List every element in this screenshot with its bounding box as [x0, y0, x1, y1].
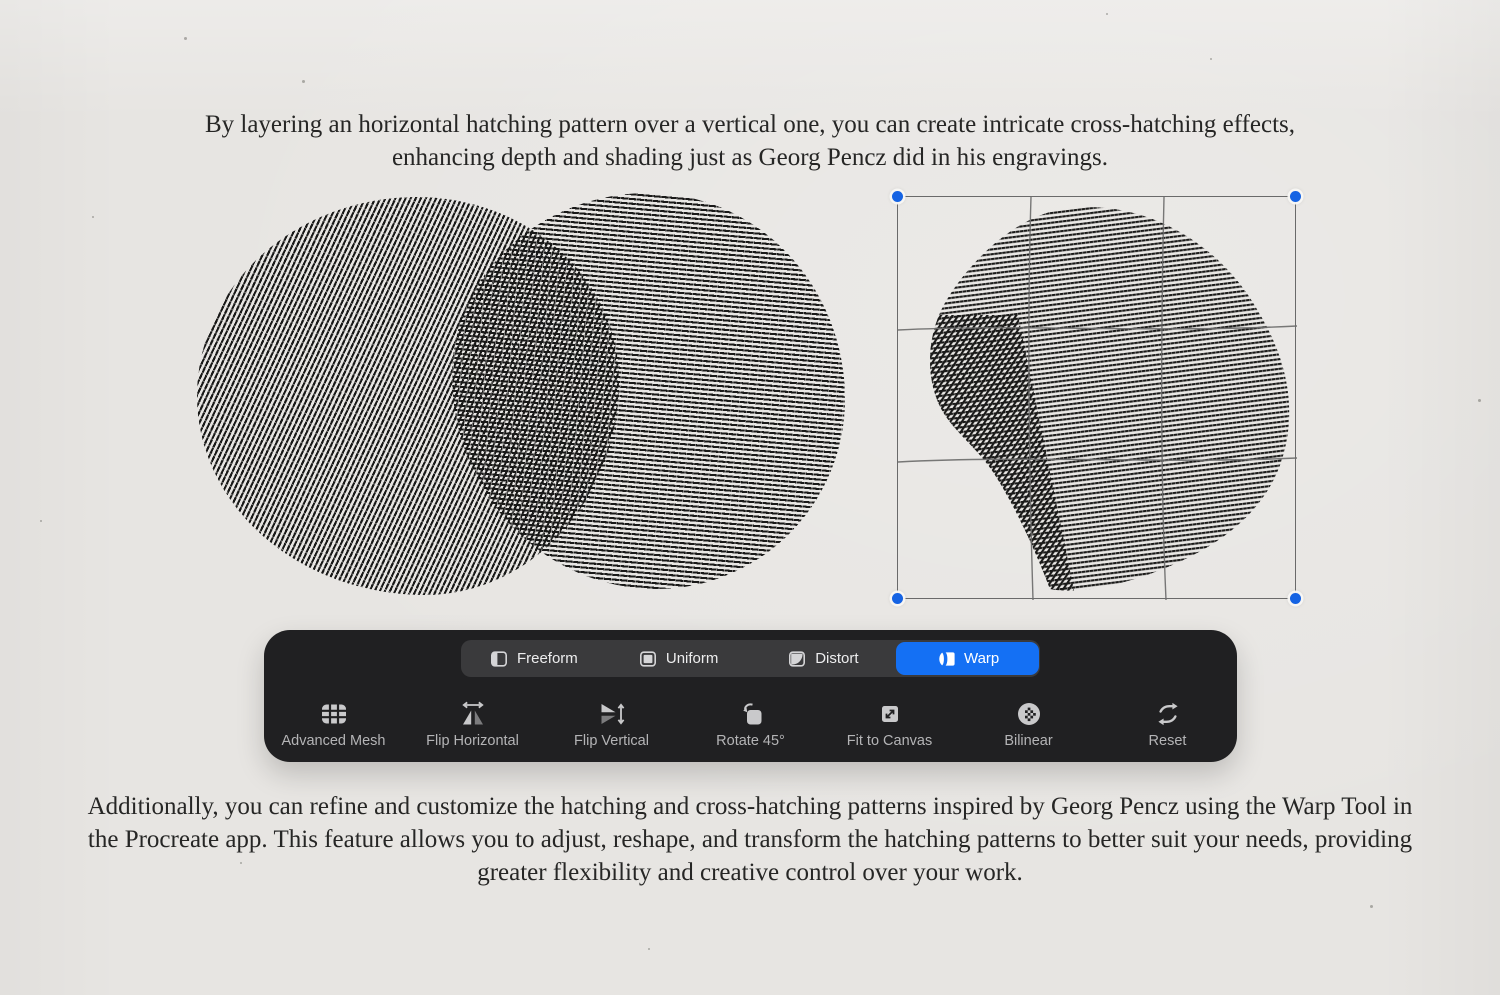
fit-to-canvas-icon	[875, 699, 905, 729]
button-label: Flip Horizontal	[426, 733, 519, 749]
advanced-mesh-button[interactable]: Advanced Mesh	[264, 696, 403, 754]
transform-toolbar: Freeform Uniform Distort Warp Advanced M…	[264, 630, 1237, 762]
paper-speck	[40, 520, 42, 522]
flip-vertical-button[interactable]: Flip Vertical	[542, 696, 681, 754]
flip-horizontal-icon	[458, 699, 488, 729]
rotate-45-button[interactable]: Rotate 45°	[681, 696, 820, 754]
button-label: Rotate 45°	[716, 733, 785, 749]
button-label: Flip Vertical	[574, 733, 649, 749]
rotate-45-icon	[736, 699, 766, 729]
tab-label: Distort	[815, 650, 859, 667]
tab-uniform[interactable]: Uniform	[607, 642, 750, 675]
paper-speck	[184, 37, 187, 40]
paper-speck	[1478, 399, 1481, 402]
uniform-icon	[638, 649, 658, 669]
reset-icon	[1153, 699, 1183, 729]
warp-mesh-grid	[898, 197, 1297, 600]
transform-handle-top-right[interactable]	[1290, 191, 1301, 202]
tab-freeform[interactable]: Freeform	[462, 642, 605, 675]
paper-speck	[92, 216, 94, 218]
flip-horizontal-button[interactable]: Flip Horizontal	[403, 696, 542, 754]
page: By layering an horizontal hatching patte…	[0, 0, 1500, 995]
tab-label: Warp	[963, 650, 1000, 667]
transform-mode-segmented-control: Freeform Uniform Distort Warp	[461, 640, 1040, 677]
tab-distort[interactable]: Distort	[752, 642, 895, 675]
button-label: Bilinear	[1004, 733, 1053, 749]
transform-handle-bottom-right[interactable]	[1290, 593, 1301, 604]
paper-speck	[1210, 58, 1212, 60]
toolbar-button-row: Advanced Mesh Flip Horizontal Flip Verti…	[264, 696, 1237, 754]
advanced-mesh-icon	[319, 699, 349, 729]
freeform-icon	[489, 649, 509, 669]
bilinear-icon	[1014, 699, 1044, 729]
paper-speck	[1370, 905, 1373, 908]
flip-vertical-icon	[597, 699, 627, 729]
transform-box[interactable]	[892, 191, 1301, 604]
bilinear-button[interactable]: Bilinear	[959, 696, 1098, 754]
reset-button[interactable]: Reset	[1098, 696, 1237, 754]
fit-to-canvas-button[interactable]: Fit to Canvas	[820, 696, 959, 754]
button-label: Advanced Mesh	[281, 733, 386, 749]
header-text: By layering an horizontal hatching patte…	[204, 111, 1296, 171]
tab-label: Uniform	[665, 650, 719, 667]
transform-handle-top-left[interactable]	[892, 191, 903, 202]
transform-handle-bottom-left[interactable]	[892, 593, 903, 604]
tab-warp[interactable]: Warp	[896, 642, 1039, 675]
warp-icon	[936, 649, 956, 669]
paper-speck	[302, 80, 305, 83]
footer-text: Additionally, you can refine and customi…	[87, 793, 1413, 886]
button-label: Fit to Canvas	[846, 733, 933, 749]
tab-label: Freeform	[516, 650, 578, 667]
paper-speck	[648, 948, 650, 950]
distort-icon	[787, 649, 807, 669]
paper-speck	[1106, 13, 1108, 15]
button-label: Reset	[1148, 733, 1187, 749]
